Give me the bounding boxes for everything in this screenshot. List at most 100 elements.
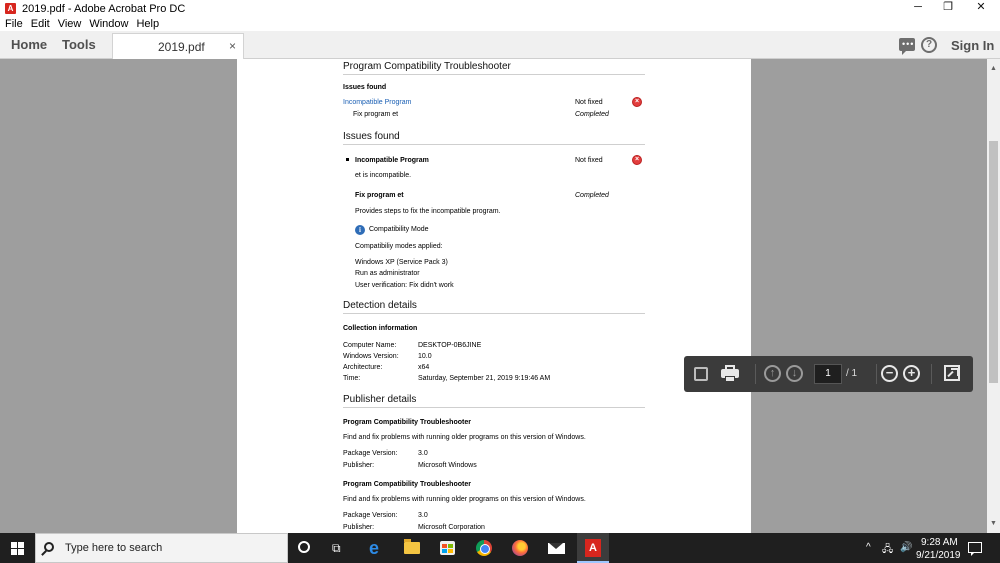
error-icon: × xyxy=(632,97,642,107)
issue-title: Incompatible Program xyxy=(355,157,429,164)
volume-icon[interactable]: 🔊 xyxy=(900,542,912,553)
page-number-input[interactable]: 1 xyxy=(814,364,842,384)
publisher-title: Program Compatibility Troubleshooter xyxy=(343,419,471,426)
detail-value: DESKTOP-0B6JINE xyxy=(418,342,482,349)
minimize-button[interactable]: ─ xyxy=(902,0,934,17)
error-icon: × xyxy=(632,155,642,165)
clock-time[interactable]: 9:28 AM xyxy=(921,537,958,548)
detail-label: Time: xyxy=(343,375,361,382)
info-icon: i xyxy=(355,225,365,235)
compat-mode-item: Windows XP (Service Pack 3) xyxy=(355,259,448,266)
compat-mode-item: User verification: Fix didn't work xyxy=(355,282,454,289)
mail-icon[interactable] xyxy=(548,543,565,554)
menu-bar: File Edit View Window Help xyxy=(0,17,163,31)
detail-label: Architecture: xyxy=(343,364,383,371)
help-icon[interactable]: ? xyxy=(921,37,937,53)
detail-label: Publisher: xyxy=(343,524,375,531)
menu-view[interactable]: View xyxy=(54,17,86,31)
divider xyxy=(343,144,645,145)
clock-date[interactable]: 9/21/2019 xyxy=(916,550,961,561)
firefox-icon[interactable] xyxy=(512,540,528,556)
save-icon[interactable] xyxy=(694,367,708,381)
scrollbar-thumb[interactable] xyxy=(989,141,998,383)
store-icon[interactable] xyxy=(440,541,455,555)
issue-status: Not fixed xyxy=(575,157,603,164)
detail-label: Computer Name: xyxy=(343,342,397,349)
menu-window[interactable]: Window xyxy=(85,17,132,31)
fix-description: Provides steps to fix the incompatible p… xyxy=(355,208,501,215)
scroll-up-icon[interactable]: ▲ xyxy=(990,65,997,72)
bullet-icon xyxy=(346,158,349,161)
tray-chevron-icon[interactable]: ^ xyxy=(866,542,871,553)
acrobat-taskbar-icon[interactable]: A xyxy=(577,533,609,563)
divider xyxy=(343,313,645,314)
publisher-description: Find and fix problems with running older… xyxy=(343,434,586,441)
detail-value: 10.0 xyxy=(418,353,432,360)
section-title: Publisher details xyxy=(343,394,417,405)
section-title: Detection details xyxy=(343,300,417,311)
previous-page-icon[interactable]: ↑ xyxy=(764,365,781,382)
cortana-icon[interactable] xyxy=(298,541,310,553)
page-total: / 1 xyxy=(846,368,858,379)
section-title: Program Compatibility Troubleshooter xyxy=(343,61,511,72)
document-viewer[interactable]: Program Compatibility Troubleshooter Iss… xyxy=(0,59,987,533)
sign-in-link[interactable]: Sign In xyxy=(951,38,994,53)
incompatible-program-link[interactable]: Incompatible Program xyxy=(343,99,411,106)
detail-label: Publisher: xyxy=(343,462,375,469)
tab-document[interactable]: 2019.pdf × xyxy=(112,33,244,60)
comment-icon[interactable]: ••• xyxy=(899,38,915,55)
publisher-title: Program Compatibility Troubleshooter xyxy=(343,481,471,488)
divider xyxy=(931,364,932,384)
fit-page-icon[interactable] xyxy=(944,365,960,381)
divider xyxy=(755,364,756,384)
tab-home[interactable]: Home xyxy=(11,31,47,59)
close-button[interactable]: ✕ xyxy=(965,0,997,17)
pdf-page: Program Compatibility Troubleshooter Iss… xyxy=(237,59,751,533)
zoom-in-icon[interactable]: + xyxy=(903,365,920,382)
window-title: 2019.pdf - Adobe Acrobat Pro DC xyxy=(22,2,186,15)
detail-label: Package Version: xyxy=(343,512,398,519)
fix-title: Fix program et xyxy=(355,192,404,199)
network-icon[interactable]: 🖧 xyxy=(882,542,893,559)
fix-label: Fix program et xyxy=(353,111,399,118)
print-icon[interactable] xyxy=(721,365,739,383)
tab-bar: Home Tools 2019.pdf × xyxy=(0,31,1000,60)
task-view-icon[interactable]: ⧉ xyxy=(332,540,348,556)
search-placeholder: Type here to search xyxy=(65,542,163,554)
detail-value: Saturday, September 21, 2019 9:19:46 AM xyxy=(418,375,551,382)
tab-tools[interactable]: Tools xyxy=(62,31,96,59)
detail-label: Windows Version: xyxy=(343,353,399,360)
vertical-scrollbar[interactable]: ▲ ▼ xyxy=(987,59,1000,533)
menu-help[interactable]: Help xyxy=(132,17,163,31)
notifications-icon[interactable] xyxy=(968,542,982,556)
search-icon xyxy=(44,542,54,552)
issue-description: et is incompatible. xyxy=(355,172,412,179)
divider xyxy=(343,74,645,75)
compat-mode-label: Compatibility Mode xyxy=(369,226,429,233)
compat-mode-item: Run as administrator xyxy=(355,270,420,277)
next-page-icon[interactable]: ↓ xyxy=(786,365,803,382)
start-windows-icon[interactable] xyxy=(11,542,24,555)
fix-status: Completed xyxy=(575,111,609,118)
menu-file[interactable]: File xyxy=(0,17,27,31)
taskbar-search-input[interactable]: Type here to search xyxy=(35,533,288,563)
detail-value: 3.0 xyxy=(418,450,428,457)
detail-value: x64 xyxy=(418,364,430,371)
close-tab-icon[interactable]: × xyxy=(229,39,236,53)
fix-status: Completed xyxy=(575,192,609,199)
maximize-button[interactable]: ❐ xyxy=(932,0,964,17)
acrobat-app-icon: A xyxy=(5,3,16,14)
section-title: Issues found xyxy=(343,131,400,142)
document-tab-label: 2019.pdf xyxy=(158,40,205,54)
chrome-icon[interactable] xyxy=(476,540,492,556)
compat-applied-label: Compatibiliy modes applied: xyxy=(355,243,443,250)
edge-browser-icon[interactable]: e xyxy=(369,539,385,557)
collection-title: Collection information xyxy=(343,325,418,332)
detail-label: Package Version: xyxy=(343,450,398,457)
detail-value: 3.0 xyxy=(418,512,428,519)
file-explorer-icon[interactable] xyxy=(404,539,420,554)
zoom-out-icon[interactable]: − xyxy=(881,365,898,382)
scroll-down-icon[interactable]: ▼ xyxy=(990,520,997,527)
windows-taskbar: Type here to search ⧉ e A ^ 🖧 🔊 9:28 AM … xyxy=(0,533,1000,563)
menu-edit[interactable]: Edit xyxy=(27,17,54,31)
